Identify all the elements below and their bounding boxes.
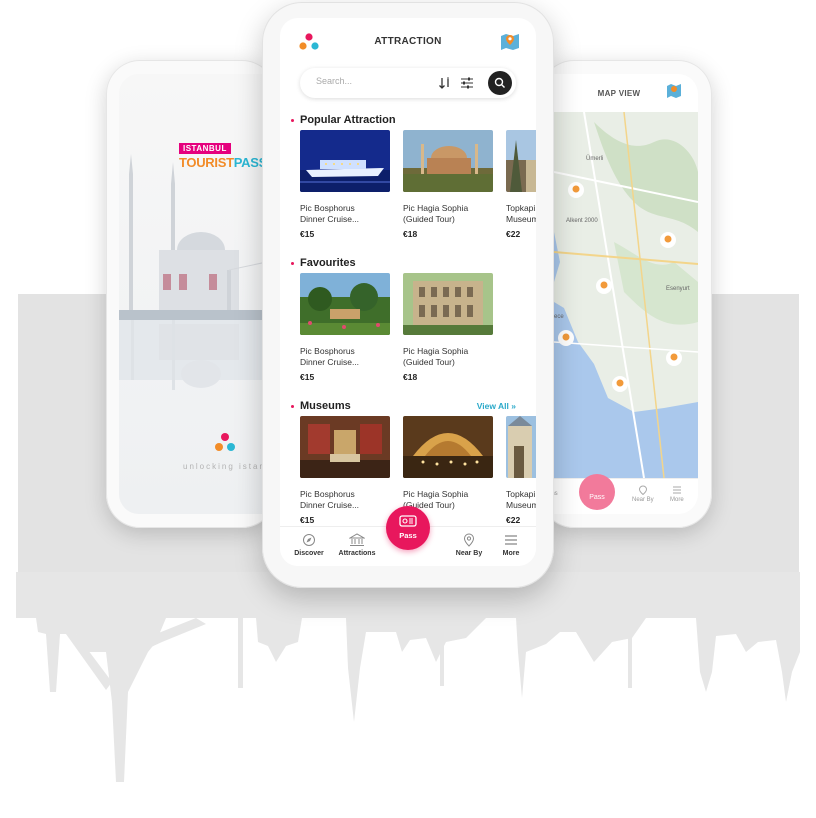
attraction-card[interactable]: Pic Hagia Sophia (Guided Tour) €18 [403,273,493,382]
map-pin[interactable] [596,278,612,294]
splash-phone: ISTANBUL TOURISTPASS unlocking istanbul [106,60,276,528]
map-pin[interactable] [660,232,676,248]
attraction-phone: ATTRACTION Search... Popular Attraction … [262,2,554,588]
card-title: Topkapi Museum [506,489,536,510]
museum-icon [349,533,365,546]
brand-dots-icon [215,433,235,451]
card-carousel[interactable]: Pic Bosphorus Dinner Cruise... €15 Pic H… [300,130,536,242]
map-tab-more-label: More [670,497,684,503]
card-price: €15 [300,372,315,382]
attraction-card[interactable]: Topkapi Museum €22 [506,130,536,239]
topkapi-gate-photo [506,416,536,478]
palace-photo [403,273,493,335]
search-button[interactable] [488,71,512,95]
attraction-screen: ATTRACTION Search... Popular Attraction … [280,18,536,566]
card-price: €22 [506,229,521,239]
map-tab-bar: ctions Near By More [540,478,698,514]
compass-icon [303,534,315,546]
card-price: €22 [506,515,521,525]
museum-interior-photo [300,416,390,478]
map-pin[interactable] [666,350,682,366]
filter-icon[interactable] [460,76,474,90]
search-bar [300,68,516,98]
ticket-icon [399,515,417,527]
card-title: Pic Bosphorus Dinner Cruise... [300,203,360,224]
view-all-link[interactable]: View All » [477,401,516,411]
hagia-sophia-photo [403,130,493,192]
map-title: MAP VIEW [597,88,641,98]
map-screen: MAP VIEW Ümerli Alkent 2000 Esenyurt ece… [540,74,698,514]
tab-label: Attractions [338,550,376,557]
attraction-card[interactable]: Pic Bosphorus Dinner Cruise... €15 [300,273,390,382]
menu-icon [672,486,681,494]
tab-label: Discover [294,550,324,557]
search-input[interactable] [316,76,426,86]
section-title: Museums [291,400,351,412]
app-header: ATTRACTION [280,18,536,64]
pass-button[interactable]: Pass [386,506,430,550]
map-phone: MAP VIEW Ümerli Alkent 2000 Esenyurt ece… [540,60,712,528]
card-price: €15 [300,515,315,525]
tab-label: More [502,550,520,557]
page-title: ATTRACTION [374,36,442,47]
map-icon[interactable] [666,83,682,99]
location-pin-icon [638,485,647,496]
map-label-ece: ece [554,314,564,320]
attraction-card[interactable]: Topkapi Museum €22 [506,416,536,525]
logo-istanbul-text: ISTANBUL [179,143,231,154]
map-tab-nearby-label: Near By [632,497,654,503]
map-pass-label: Pass [589,494,605,501]
map-label-umerli: Ümerli [586,155,603,162]
attraction-card[interactable]: Pic Bosphorus Dinner Cruise... €15 [300,130,390,239]
attraction-card[interactable]: Pic Hagia Sophia (Guided Tour) €18 [403,130,493,239]
topkapi-photo [506,130,536,192]
card-title: Topkapi Museum [506,203,536,224]
tab-more[interactable]: More [486,533,536,557]
cruise-photo [300,130,390,192]
map-pass-button[interactable]: Pass [579,474,615,510]
card-carousel[interactable]: Pic Bosphorus Dinner Cruise... €15 Pic H… [300,273,536,385]
section-popular-attraction: Popular Attraction Pic Bosphorus Dinner … [280,114,536,244]
map-canvas[interactable]: Ümerli Alkent 2000 Esenyurt ece [554,112,698,478]
location-pin-icon [463,533,475,547]
map-view-icon[interactable] [500,32,520,52]
menu-icon [505,535,517,545]
map-pin[interactable] [558,330,574,346]
logo-tourist-word: TOURIST [179,155,234,170]
hagia-sophia-interior-photo [403,416,493,478]
card-title: Pic Bosphorus Dinner Cruise... [300,489,360,510]
card-title: Pic Bosphorus Dinner Cruise... [300,346,360,367]
card-price: €18 [403,372,418,382]
map-tab-more[interactable]: More [670,485,684,503]
search-icon [494,77,505,88]
section-favourites: Favourites Pic Bosphorus Dinner Cruise..… [280,257,536,387]
card-price: €18 [403,229,418,239]
card-price: €15 [300,229,315,239]
attraction-card[interactable]: Pic Bosphorus Dinner Cruise... €15 [300,416,390,525]
map-label-esenyurt: Esenyurt [666,286,690,292]
garden-photo [300,273,390,335]
app-showcase: ISTANBUL TOURISTPASS unlocking istanbul … [0,0,816,818]
pass-label: Pass [399,531,417,540]
map-tab-nearby[interactable]: Near By [632,485,654,503]
map-label-alkent: Alkent 2000 [566,218,598,224]
splash-screen: ISTANBUL TOURISTPASS unlocking istanbul [119,74,276,514]
map-pin[interactable] [612,376,628,392]
tab-discover[interactable]: Discover [284,533,334,557]
section-title: Favourites [291,257,356,269]
section-title: Popular Attraction [291,114,396,126]
tab-attractions[interactable]: Attractions [332,533,382,557]
sort-icon[interactable] [438,76,452,90]
map-header: MAP VIEW [540,74,698,112]
card-title: Pic Hagia Sophia (Guided Tour) [403,346,469,367]
map-pin[interactable] [568,182,584,198]
istanbul-skyline-silhouette [16,572,800,782]
card-title: Pic Hagia Sophia (Guided Tour) [403,203,469,224]
